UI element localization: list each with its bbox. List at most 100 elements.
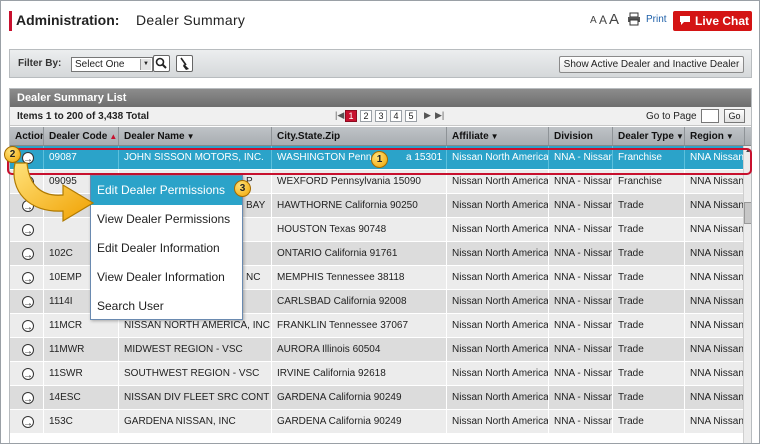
dealer-code-cell: 11SWR bbox=[44, 362, 119, 385]
printer-icon[interactable] bbox=[627, 12, 641, 26]
region-cell: NNA Nissan bbox=[685, 194, 745, 217]
dealer-name-cell: MIDWEST REGION - VSC bbox=[119, 338, 272, 361]
city-state-zip-cell: HOUSTON Texas 90748 bbox=[272, 218, 447, 241]
go-to-page-input[interactable] bbox=[701, 109, 719, 123]
region-cell: NNA Nissan bbox=[685, 362, 745, 385]
col-dealer-type[interactable]: Dealer Type ▼ bbox=[613, 127, 685, 145]
action-arrow-icon[interactable] bbox=[22, 244, 34, 265]
table-header: Action Dealer Code ▲ Dealer Name ▼ City.St… bbox=[10, 127, 751, 146]
region-cell: NNA Nissan bbox=[685, 242, 745, 265]
city-state-zip-cell: IRVINE California 92618 bbox=[272, 362, 447, 385]
action-cell[interactable] bbox=[10, 290, 44, 313]
affiliate-cell: Nissan North America bbox=[447, 410, 549, 433]
col-city-label: City.State.Zip bbox=[277, 131, 341, 142]
chevron-down-icon: ▼ bbox=[140, 59, 151, 70]
font-size-medium-button[interactable]: A bbox=[599, 13, 607, 27]
action-cell[interactable] bbox=[10, 314, 44, 337]
action-arrow-icon[interactable] bbox=[22, 364, 34, 385]
col-action: Action bbox=[10, 127, 44, 145]
next-page-icon[interactable]: ▶ bbox=[424, 110, 431, 121]
city-state-zip-cell: FRANKLIN Tennessee 37067 bbox=[272, 314, 447, 337]
menu-edit-dealer-permissions[interactable]: Edit Dealer Permissions bbox=[91, 176, 242, 205]
filter-select[interactable]: Select One ▼ bbox=[71, 57, 153, 72]
font-size-small-button[interactable]: A bbox=[590, 15, 597, 26]
menu-view-dealer-information[interactable]: View Dealer Information bbox=[91, 263, 242, 292]
division-cell: NNA - Nissan bbox=[549, 290, 613, 313]
division-cell: NNA - Nissan bbox=[549, 194, 613, 217]
scroll-thumb[interactable] bbox=[744, 202, 751, 224]
dealer-type-cell: Trade bbox=[613, 290, 685, 313]
go-button[interactable]: Go bbox=[724, 109, 745, 123]
dealer-type-cell: Trade bbox=[613, 386, 685, 409]
action-arrow-icon[interactable] bbox=[22, 268, 34, 289]
filter-select-value: Select One bbox=[75, 59, 125, 70]
page-5[interactable]: 5 bbox=[405, 110, 417, 122]
region-cell: NNA Nissan bbox=[685, 338, 745, 361]
col-affiliate[interactable]: Affiliate ▼ bbox=[447, 127, 549, 145]
go-to-page-label: Go to Page bbox=[646, 111, 697, 122]
division-cell: NNA - Nissan bbox=[549, 362, 613, 385]
affiliate-cell: Nissan North America bbox=[447, 338, 549, 361]
clear-filter-button[interactable] bbox=[176, 55, 193, 72]
menu-edit-dealer-information[interactable]: Edit Dealer Information bbox=[91, 234, 242, 263]
col-dealer-name[interactable]: Dealer Name ▼ bbox=[119, 127, 272, 145]
col-region[interactable]: Region ▼ bbox=[685, 127, 745, 145]
affiliate-cell: Nissan North America bbox=[447, 218, 549, 241]
print-link[interactable]: Print bbox=[646, 14, 667, 25]
dealer-type-cell: Trade bbox=[613, 362, 685, 385]
filter-label: Filter By: bbox=[18, 58, 62, 69]
action-cell[interactable] bbox=[10, 386, 44, 409]
action-cell[interactable] bbox=[10, 338, 44, 361]
city-state-zip-cell: CARLSBAD California 92008 bbox=[272, 290, 447, 313]
action-arrow-icon[interactable] bbox=[22, 388, 34, 409]
table-row[interactable]: 153CGARDENA NISSAN, INCGARDENA Californi… bbox=[10, 410, 751, 434]
action-cell[interactable] bbox=[10, 242, 44, 265]
action-arrow-icon[interactable] bbox=[22, 340, 34, 361]
chevron-down-icon: ▼ bbox=[675, 132, 684, 141]
affiliate-cell: Nissan North America bbox=[447, 266, 549, 289]
last-page-icon[interactable]: ▶| bbox=[435, 110, 444, 121]
region-cell: NNA Nissan bbox=[685, 290, 745, 313]
page-3[interactable]: 3 bbox=[375, 110, 387, 122]
action-cell[interactable] bbox=[10, 410, 44, 433]
menu-view-dealer-permissions[interactable]: View Dealer Permissions bbox=[91, 205, 242, 234]
region-cell: NNA Nissan bbox=[685, 410, 745, 433]
dealer-code-cell: 153C bbox=[44, 410, 119, 433]
division-cell: NNA - Nissan bbox=[549, 314, 613, 337]
live-chat-label: Live Chat bbox=[695, 14, 750, 28]
font-size-large-button[interactable]: A bbox=[609, 11, 619, 28]
action-cell[interactable] bbox=[10, 266, 44, 289]
page-4[interactable]: 4 bbox=[390, 110, 402, 122]
live-chat-button[interactable]: Live Chat bbox=[673, 11, 752, 31]
dealer-code-cell: 14ESC bbox=[44, 386, 119, 409]
vertical-scrollbar[interactable]: ▲ bbox=[743, 146, 751, 443]
affiliate-cell: Nissan North America bbox=[447, 386, 549, 409]
search-button[interactable] bbox=[153, 55, 170, 72]
col-division[interactable]: Division bbox=[549, 127, 613, 145]
col-region-label: Region bbox=[690, 131, 724, 142]
table-row[interactable]: 11SWRSOUTHWEST REGION - VSCIRVINE Califo… bbox=[10, 362, 751, 386]
list-title: Dealer Summary List bbox=[10, 89, 751, 107]
chat-bubble-icon bbox=[680, 16, 690, 25]
table-row[interactable]: 14ESCNISSAN DIV FLEET SRC CONTGARDENA Ca… bbox=[10, 386, 751, 410]
dealer-name-cell: SOUTHWEST REGION - VSC bbox=[119, 362, 272, 385]
dealer-type-cell: Trade bbox=[613, 242, 685, 265]
dealer-type-cell: Trade bbox=[613, 314, 685, 337]
action-cell[interactable] bbox=[10, 362, 44, 385]
action-arrow-icon[interactable] bbox=[22, 412, 34, 433]
instruction-arrow-icon bbox=[13, 162, 95, 223]
division-cell: NNA - Nissan bbox=[549, 218, 613, 241]
dealer-code-cell: 11MWR bbox=[44, 338, 119, 361]
col-dealer-type-label: Dealer Type bbox=[618, 131, 674, 142]
page-1[interactable]: 1 bbox=[345, 110, 357, 122]
col-city-state-zip[interactable]: City.State.Zip bbox=[272, 127, 447, 145]
menu-search-user[interactable]: Search User bbox=[91, 292, 242, 321]
division-cell: NNA - Nissan bbox=[549, 242, 613, 265]
show-active-inactive-button[interactable]: Show Active Dealer and Inactive Dealer bbox=[559, 56, 744, 73]
col-dealer-code[interactable]: Dealer Code ▲ bbox=[44, 127, 119, 145]
action-arrow-icon[interactable] bbox=[22, 292, 34, 313]
action-arrow-icon[interactable] bbox=[22, 316, 34, 337]
table-row[interactable]: 11MWRMIDWEST REGION - VSCAURORA Illinois… bbox=[10, 338, 751, 362]
search-icon bbox=[155, 57, 167, 69]
page-2[interactable]: 2 bbox=[360, 110, 372, 122]
